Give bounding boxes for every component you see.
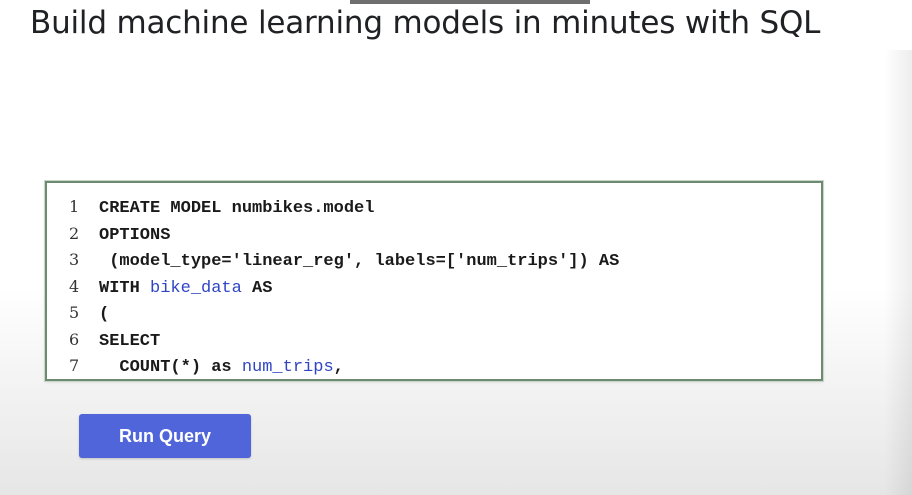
code-line: 7 COUNT(*) as num_trips, [69,353,619,379]
code-line: 3 (model_type='linear_reg', labels=['num… [69,247,619,274]
line-number: 3 [69,250,80,269]
code-identifier: bike_data [150,278,242,298]
edge-shadow [884,50,912,495]
code-text: SELECT [99,331,161,351]
code-text: , [333,358,344,377]
line-number: 2 [69,223,80,243]
line-number: 4 [69,276,80,296]
code-text: (model_type='linear_reg', labels=['num_t… [99,252,620,271]
line-number: 1 [69,197,80,216]
line-number: 7 [69,356,80,375]
code-text: CREATE MODEL numbikes.model [99,199,375,218]
sql-code-editor[interactable]: 1 CREATE MODEL numbikes.model 2 OPTIONS 3 (m… [45,181,823,381]
line-number: 6 [69,329,80,349]
code-identifier: num_trips [241,358,334,377]
code-text: AS [241,278,273,298]
code-text: ( [99,305,110,324]
code-text: WITH [99,278,151,298]
code-lines: 1 CREATE MODEL numbikes.model 2 OPTIONS 3 (m… [69,194,619,379]
code-line: 6 SELECT [69,327,619,354]
code-line: 4 WITH bike_data AS [69,274,619,301]
code-line: 2 OPTIONS [69,221,619,248]
run-query-button[interactable]: Run Query [79,414,251,458]
code-line: 1 CREATE MODEL numbikes.model [69,194,619,221]
page-title: Build machine learning models in minutes… [30,5,821,41]
code-line: 5( [69,300,619,327]
code-text: OPTIONS [99,225,171,245]
code-text: COUNT(*) as [99,358,242,377]
line-number: 5 [69,303,80,322]
